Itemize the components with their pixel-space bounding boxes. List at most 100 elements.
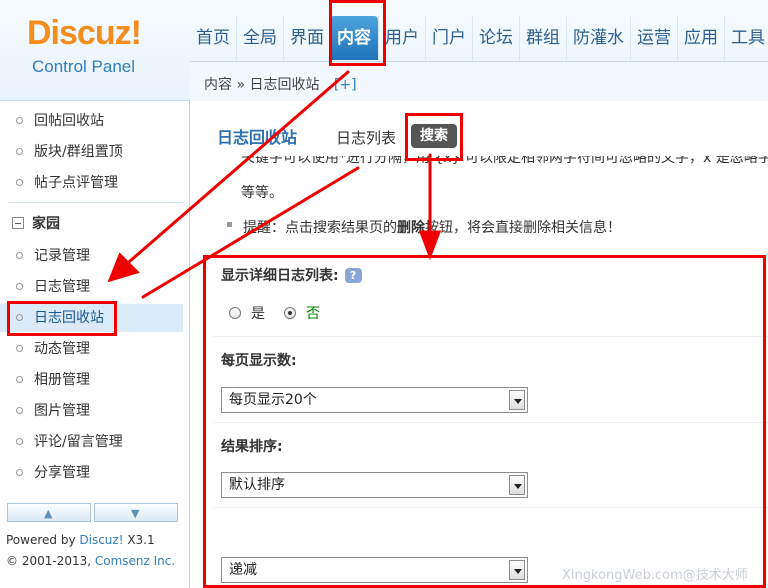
sidebar-item-reply-recycle[interactable]: 回帖回收站: [0, 107, 183, 135]
nav-forum[interactable]: 论坛: [472, 16, 519, 60]
sidebar: 回帖回收站 版块/群组置顶 帖子点评管理 家园 记录管理 日志管理 日志回收站 …: [0, 101, 190, 588]
sidebar-item-label: 版块/群组置顶: [34, 144, 123, 160]
tip-suffix: 按钮，将会直接删除相关信息！: [425, 220, 621, 236]
nav-home[interactable]: 首页: [190, 16, 236, 60]
detail-list-label: 显示详细日志列表:?: [221, 265, 362, 285]
arrow-up-icon: ▲: [44, 507, 53, 520]
nav-tools[interactable]: 工具: [724, 16, 768, 60]
powered-by: Powered by Discuz! X3.1: [6, 533, 155, 547]
logo[interactable]: Discuz! Control Panel: [0, 0, 190, 101]
bullet-icon: [16, 283, 23, 290]
breadcrumb-path: 内容 » 日志回收站: [204, 77, 320, 93]
sidebar-item-records[interactable]: 记录管理: [0, 242, 183, 270]
powered-brand-link[interactable]: Discuz!: [79, 533, 123, 547]
logo-subtitle: Control Panel: [32, 57, 136, 76]
copyright: © 2001-2013, Comsenz Inc.: [6, 554, 175, 568]
sidebar-divider: [8, 202, 184, 203]
tab-blog-list[interactable]: 日志列表: [336, 127, 396, 148]
sort-label: 结果排序:: [221, 439, 283, 455]
radio-yes[interactable]: [229, 307, 241, 319]
app-window: Discuz! Control Panel 首页 全局 界面 内容 用户 门户 …: [0, 0, 768, 588]
sidebar-item-pictures[interactable]: 图片管理: [0, 397, 183, 425]
dropdown-arrow-icon[interactable]: [509, 560, 525, 580]
bullet-icon: [16, 252, 23, 259]
sidebar-item-blog-recycle[interactable]: 日志回收站: [0, 304, 183, 332]
sidebar-item-label: 动态管理: [34, 341, 90, 357]
sidebar-item-feeds[interactable]: 动态管理: [0, 335, 183, 363]
sidebar-item-label: 日志回收站: [34, 310, 104, 326]
sidebar-item-blogs[interactable]: 日志管理: [0, 273, 183, 301]
bullet-icon: [16, 117, 23, 124]
order-select-value: 递减: [229, 562, 257, 578]
sidebar-item-comment-manage[interactable]: 帖子点评管理: [0, 169, 183, 197]
perpage-select-value: 每页显示20个: [229, 392, 317, 408]
sidebar-item-label: 相册管理: [34, 372, 90, 388]
dropdown-arrow-icon[interactable]: [509, 475, 525, 495]
sidebar-item-label: 图片管理: [34, 403, 90, 419]
nav-interface[interactable]: 界面: [283, 16, 330, 60]
nav-apps[interactable]: 应用: [677, 16, 724, 60]
nav-groups[interactable]: 群组: [519, 16, 566, 60]
tab-search[interactable]: 搜索: [411, 124, 457, 148]
tip-keyword-text: 关键字可以使用*进行分隔，用 {x} 可以限定相邻两字符间可忽略的文字，x 是忽…: [241, 156, 768, 166]
sidebar-item-albums[interactable]: 相册管理: [0, 366, 183, 394]
sidebar-item-label: 日志管理: [34, 279, 90, 295]
sidebar-item-label: 分享管理: [34, 465, 90, 481]
add-shortcut-button[interactable]: [+]: [334, 77, 357, 93]
bullet-icon: [16, 314, 23, 321]
powered-version: X3.1: [123, 533, 155, 547]
breadcrumb: 内容 » 日志回收站 [+]: [190, 61, 768, 101]
tip-delete-warning: 提醒：点击搜索结果页的删除按钮，将会直接删除相关信息！: [243, 217, 621, 237]
tip-bold: 删除: [397, 220, 425, 236]
powered-prefix: Powered by: [6, 533, 80, 547]
nav-portal[interactable]: 门户: [425, 16, 472, 60]
radio-no[interactable]: [284, 307, 296, 319]
bullet-icon: [16, 407, 23, 414]
copyright-prefix: © 2001-2013,: [6, 554, 95, 568]
help-icon[interactable]: ?: [344, 268, 362, 283]
top-nav: 首页 全局 界面 内容 用户 门户 论坛 群组 防灌水 运营 应用 工具: [190, 16, 768, 60]
radio-no-label[interactable]: 否: [306, 303, 320, 323]
sidebar-item-label: 回帖回收站: [34, 113, 104, 129]
watermark: XingkongWeb.com@技术大师: [562, 568, 748, 583]
nav-operations[interactable]: 运营: [630, 16, 677, 60]
radio-yes-label[interactable]: 是: [251, 303, 265, 323]
bullet-icon: [16, 469, 23, 476]
sidebar-item-comments[interactable]: 评论/留言管理: [0, 428, 183, 456]
form-divider: [213, 422, 768, 423]
sidebar-item-shares[interactable]: 分享管理: [0, 459, 183, 487]
bullet-icon: [16, 376, 23, 383]
logo-title: Discuz!: [27, 14, 142, 52]
perpage-label: 每页显示数:: [221, 353, 297, 369]
nav-global[interactable]: 全局: [236, 16, 283, 60]
scroll-down-button[interactable]: ▼: [94, 503, 178, 522]
nav-users[interactable]: 用户: [378, 16, 425, 60]
nav-content[interactable]: 内容: [330, 16, 378, 60]
copyright-brand-link[interactable]: Comsenz Inc.: [95, 554, 175, 568]
tip-bullet-icon: [227, 222, 232, 227]
bullet-icon: [16, 345, 23, 352]
collapse-icon[interactable]: [12, 217, 24, 229]
main-panel: 日志回收站 日志列表 搜索 关键字可以使用*进行分隔，用 {x} 可以限定相邻两…: [191, 102, 768, 588]
sort-select-value: 默认排序: [229, 477, 285, 493]
scroll-up-button[interactable]: ▲: [7, 503, 91, 522]
order-select[interactable]: 递减: [221, 557, 528, 583]
sort-select[interactable]: 默认排序: [221, 472, 528, 498]
detail-list-label-text: 显示详细日志列表:: [221, 268, 339, 284]
page-title: 日志回收站: [217, 128, 298, 147]
sidebar-item-label: 评论/留言管理: [34, 434, 123, 450]
form-divider: [213, 336, 768, 337]
bullet-icon: [16, 148, 23, 155]
sidebar-item-sticky[interactable]: 版块/群组置顶: [0, 138, 183, 166]
perpage-select[interactable]: 每页显示20个: [221, 387, 528, 413]
sidebar-section-home[interactable]: 家园: [12, 213, 60, 233]
tip-prefix: 提醒：点击搜索结果页的: [243, 220, 397, 236]
arrow-down-icon: ▼: [131, 507, 140, 520]
nav-antispam[interactable]: 防灌水: [566, 16, 630, 60]
header: Discuz! Control Panel 首页 全局 界面 内容 用户 门户 …: [0, 0, 768, 101]
bullet-icon: [16, 438, 23, 445]
sidebar-item-label: 帖子点评管理: [34, 175, 118, 191]
bullet-icon: [16, 179, 23, 186]
sidebar-section-label: 家园: [32, 216, 60, 232]
dropdown-arrow-icon[interactable]: [509, 390, 525, 410]
